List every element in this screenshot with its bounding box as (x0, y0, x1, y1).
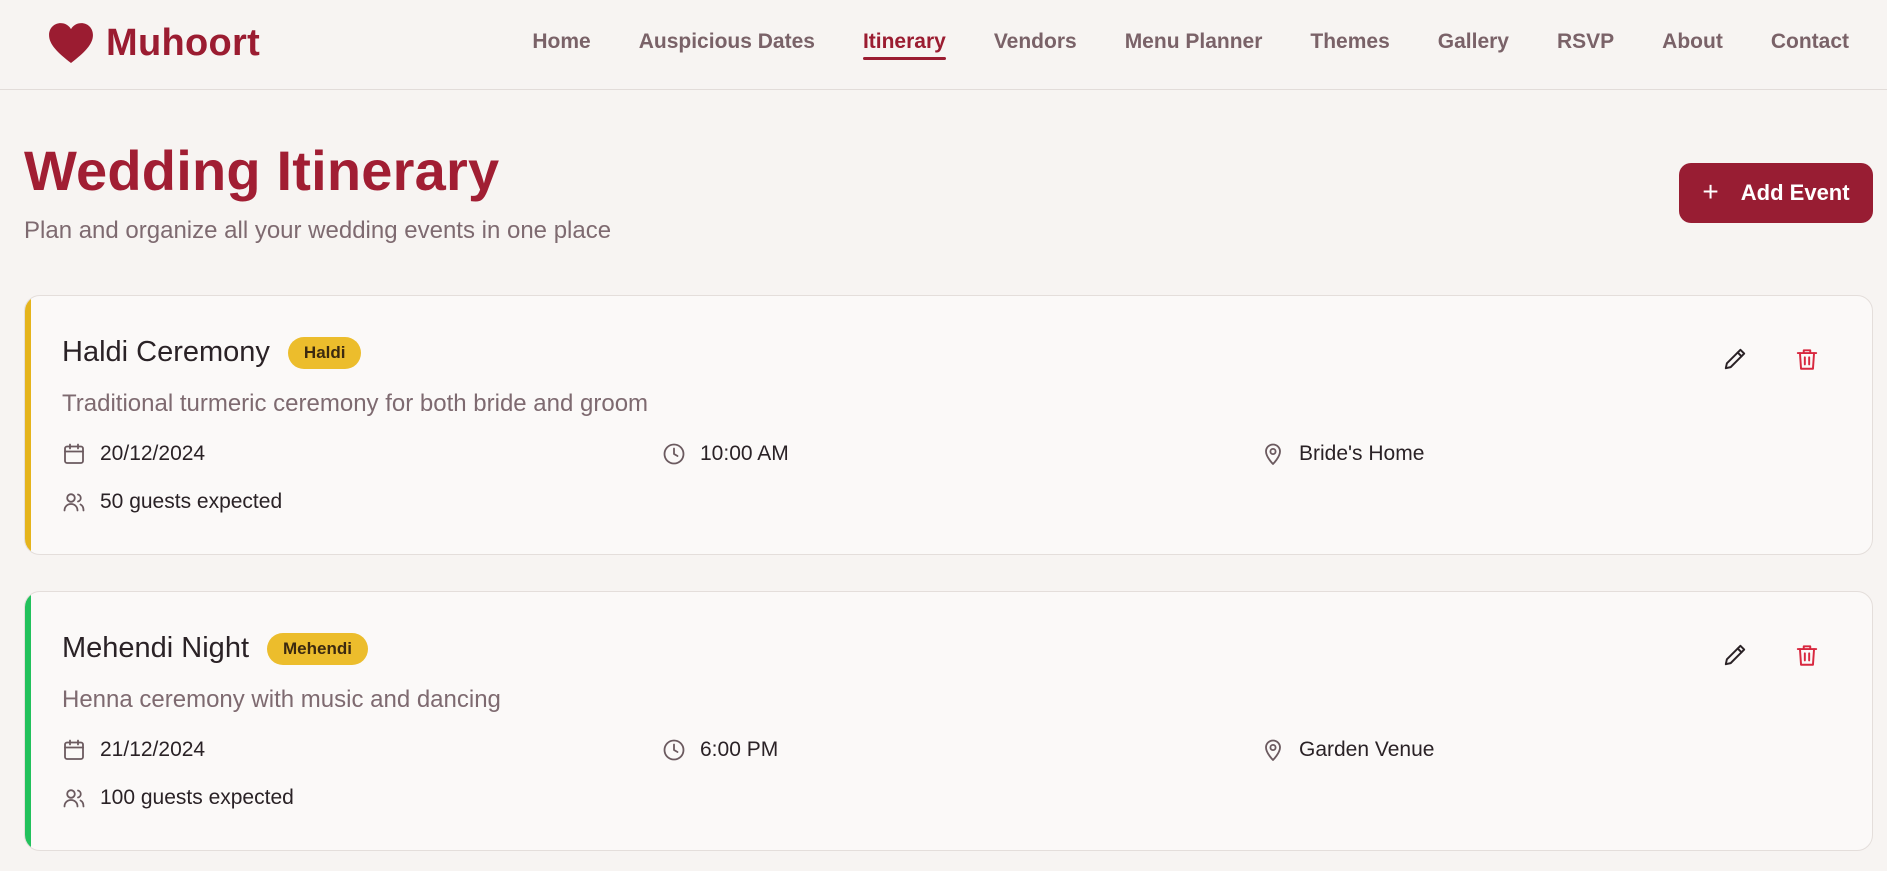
event-location: Garden Venue (1261, 738, 1434, 762)
brand-name: Muhoort (106, 21, 261, 64)
event-title: Mehendi Night (62, 632, 249, 664)
event-tag-badge: Mehendi (267, 632, 368, 665)
event-date-text: 20/12/2024 (100, 442, 206, 465)
nav-home[interactable]: Home (532, 30, 590, 58)
nav-gallery[interactable]: Gallery (1438, 30, 1509, 58)
nav-menu-planner[interactable]: Menu Planner (1125, 30, 1263, 58)
trash-icon (1796, 349, 1818, 370)
event-card: Haldi Ceremony Haldi Traditional turmeri… (24, 295, 1873, 555)
page-title: Wedding Itinerary (24, 139, 500, 202)
event-date: 21/12/2024 (62, 738, 205, 762)
map-pin-icon (1265, 739, 1281, 761)
clock-icon (663, 443, 685, 465)
event-guests: 100 guests expected (62, 786, 294, 810)
event-time-text: 6:00 PM (700, 738, 779, 761)
clock-icon (663, 739, 685, 761)
event-description: Henna ceremony with music and dancing (62, 686, 501, 713)
event-tag-badge: Haldi (287, 336, 362, 369)
nav-vendors[interactable]: Vendors (994, 30, 1077, 58)
event-location-text: Bride's Home (1299, 442, 1425, 465)
top-navbar: Muhoort Home Auspicious Dates Itinerary … (0, 0, 1887, 90)
nav-contact[interactable]: Contact (1771, 30, 1849, 58)
edit-event-button[interactable] (1715, 635, 1755, 675)
heart-icon (49, 23, 93, 64)
event-description: Traditional turmeric ceremony for both b… (62, 390, 649, 417)
users-icon (63, 493, 85, 512)
plus-icon: + (1702, 175, 1719, 207)
calendar-icon (64, 739, 84, 760)
brand-logo[interactable]: Muhoort (48, 20, 260, 66)
event-guests-text: 50 guests expected (100, 490, 283, 513)
page-subtitle: Plan and organize all your wedding event… (24, 217, 612, 244)
nav-themes[interactable]: Themes (1310, 30, 1389, 58)
event-accent-stripe (25, 592, 31, 850)
event-time-text: 10:00 AM (700, 442, 789, 465)
main-nav: Home Auspicious Dates Itinerary Vendors … (532, 28, 1849, 60)
event-guests: 50 guests expected (62, 490, 282, 514)
nav-auspicious-dates[interactable]: Auspicious Dates (639, 30, 815, 58)
event-location: Bride's Home (1261, 442, 1424, 466)
users-icon (63, 789, 85, 808)
event-date-text: 21/12/2024 (100, 738, 206, 761)
add-event-button[interactable]: + Add Event (1679, 163, 1873, 223)
pencil-icon (1724, 348, 1746, 370)
delete-event-button[interactable] (1787, 635, 1827, 675)
event-accent-stripe (25, 296, 31, 554)
event-time: 6:00 PM (662, 738, 778, 762)
event-location-text: Garden Venue (1299, 738, 1435, 761)
event-time: 10:00 AM (662, 442, 789, 466)
nav-about[interactable]: About (1662, 30, 1723, 58)
event-title-row: Mehendi Night Mehendi (62, 632, 368, 665)
event-date: 20/12/2024 (62, 442, 205, 466)
event-card: Mehendi Night Mehendi Henna ceremony wit… (24, 591, 1873, 851)
event-title-row: Haldi Ceremony Haldi (62, 336, 362, 369)
delete-event-button[interactable] (1787, 339, 1827, 379)
event-guests-text: 100 guests expected (100, 786, 294, 809)
edit-event-button[interactable] (1715, 339, 1755, 379)
event-title: Haldi Ceremony (62, 336, 270, 368)
add-event-label: Add Event (1740, 180, 1850, 205)
nav-itinerary[interactable]: Itinerary (862, 30, 946, 60)
trash-icon (1796, 645, 1818, 666)
calendar-icon (64, 443, 84, 464)
map-pin-icon (1265, 443, 1281, 465)
pencil-icon (1724, 644, 1746, 666)
nav-rsvp[interactable]: RSVP (1557, 30, 1614, 58)
